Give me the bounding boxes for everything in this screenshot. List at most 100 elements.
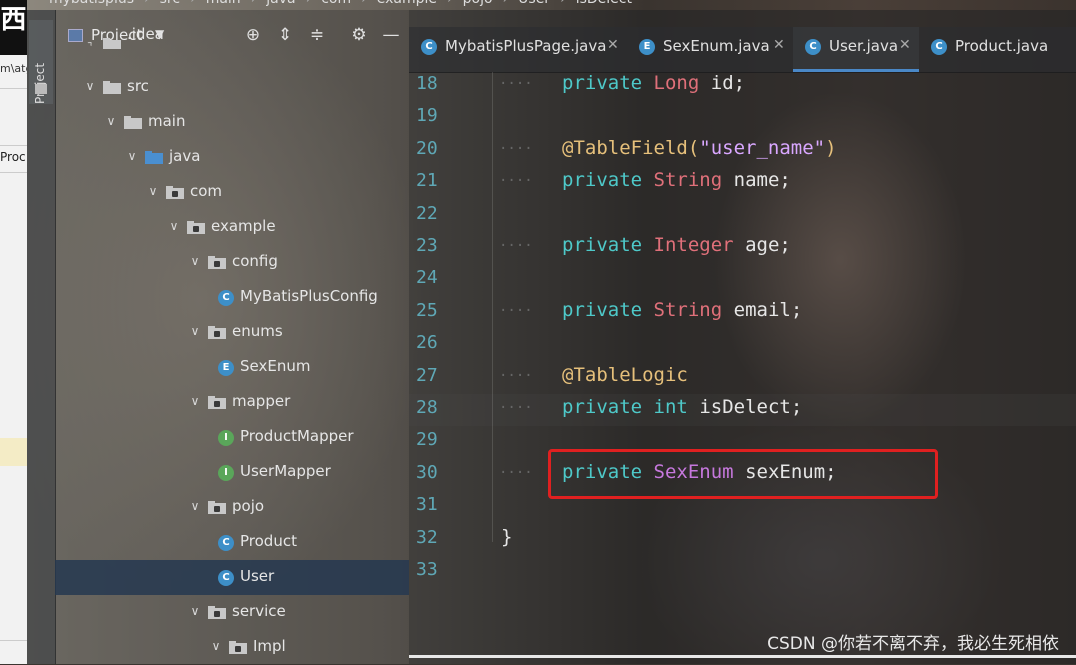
tree-item-label: UserMapper <box>240 462 331 480</box>
tree-item-java[interactable]: ∨ java <box>55 140 409 175</box>
tab-text[interactable]: Proc <box>0 150 27 164</box>
line-number: 20 <box>416 137 438 159</box>
code-token: @TableLogic <box>562 363 688 386</box>
chevron-down-icon[interactable]: ∨ <box>209 638 223 654</box>
code-token: id; <box>710 72 746 94</box>
line-number: 19 <box>416 105 438 127</box>
code-area[interactable]: 18 ···· private Long id; 19 20 ···· @TableFiel… <box>409 72 1076 664</box>
tree-item-usermapper[interactable]: I UserMapper <box>55 455 409 490</box>
chevron-down-icon[interactable]: ∨ <box>104 113 118 129</box>
code-line[interactable]: ···· private String name; <box>499 169 791 192</box>
chevron-down-icon[interactable]: ∨ <box>188 323 202 339</box>
chevron-down-icon[interactable]: ∨ <box>188 603 202 619</box>
tree-item-example[interactable]: ∨ example <box>55 210 409 245</box>
chevron-right-icon[interactable]: › <box>79 32 100 49</box>
tab-product-java[interactable]: C Product.java <box>919 27 1076 72</box>
tab-sexenum-java[interactable]: E SexEnum.java ✕ <box>627 27 793 72</box>
tree-item-com[interactable]: ∨ com <box>55 175 409 210</box>
highlight-row <box>0 438 27 466</box>
tree-item-pojo[interactable]: ∨ pojo <box>55 490 409 525</box>
tree-item-user[interactable]: C User <box>55 560 409 595</box>
chevron-down-icon[interactable]: ∨ <box>188 393 202 409</box>
code-token: Long <box>653 72 700 94</box>
tree-item-mapper[interactable]: ∨ mapper <box>55 385 409 420</box>
breadcrumb-item[interactable]: isDelect <box>576 0 632 7</box>
chevron-down-icon[interactable]: ∨ <box>146 183 160 199</box>
tab-label: SexEnum.java <box>663 37 770 55</box>
code-line[interactable]: ···· private Long id; <box>499 72 745 94</box>
package-icon <box>166 186 184 199</box>
breadcrumb-item[interactable]: com <box>321 0 351 7</box>
tree-item-label: MyBatisPlusConfig <box>240 287 378 305</box>
tree-item-label: java <box>169 147 201 165</box>
tree-item-config[interactable]: ∨ config <box>55 245 409 280</box>
code-editor: C MybatisPlusPage.java ✕ E SexEnum.java ✕ C Use… <box>409 10 1076 664</box>
close-icon[interactable]: ✕ <box>773 37 785 53</box>
code-line[interactable]: } <box>501 526 512 548</box>
class-badge-icon: C <box>805 39 821 55</box>
tree-item-service[interactable]: ∨ service <box>55 595 409 630</box>
chevron-down-icon[interactable]: ∨ <box>167 218 181 234</box>
breadcrumb-item[interactable]: java <box>266 0 295 7</box>
chevron-down-icon[interactable]: ∨ <box>125 148 139 164</box>
code-token: private <box>562 460 643 483</box>
package-icon <box>208 606 226 619</box>
chevron-down-icon[interactable]: ∨ <box>188 498 202 514</box>
code-token: String <box>653 169 723 192</box>
tab-label: User.java <box>829 37 899 55</box>
chevron-right-icon: › <box>251 0 257 7</box>
breadcrumb-item[interactable]: User <box>518 0 550 7</box>
line-number: 26 <box>416 332 438 354</box>
tab-mybatispluspage-java[interactable]: C MybatisPlusPage.java ✕ <box>409 27 627 72</box>
tree-item-impl[interactable]: ∨ Impl <box>55 630 409 665</box>
code-line[interactable]: ···· private int isDelect; <box>499 396 802 418</box>
code-token: String <box>653 298 723 321</box>
code-line[interactable]: ···· private String email; <box>499 298 802 321</box>
tree-item-enums[interactable]: ∨ enums <box>55 315 409 350</box>
code-token: private <box>562 234 643 256</box>
tree-item-product[interactable]: C Product <box>55 525 409 560</box>
whitespace-dots: ···· <box>499 367 533 384</box>
enum-badge-icon: E <box>639 39 655 55</box>
whitespace-dots: ···· <box>499 400 533 416</box>
tree-item-src[interactable]: ∨ src <box>55 70 409 105</box>
tree-item--idea[interactable]: › .idea <box>55 27 409 49</box>
tree-item-main[interactable]: ∨ main <box>55 105 409 140</box>
package-icon <box>229 641 247 654</box>
line-number: 28 <box>416 397 438 418</box>
tree-item-productmapper[interactable]: I ProductMapper <box>55 420 409 455</box>
breadcrumb-item[interactable]: main <box>206 0 241 7</box>
class-badge-icon: C <box>218 570 234 586</box>
window-glyph: 西 <box>0 0 27 55</box>
tab-user-java[interactable]: C User.java ✕ <box>793 27 919 72</box>
breadcrumb-item[interactable]: mybatisplus <box>49 0 134 7</box>
code-line[interactable]: ···· @TableField("user_name") <box>499 137 837 159</box>
close-icon[interactable]: ✕ <box>899 37 911 53</box>
breadcrumb-item[interactable]: example <box>377 0 437 7</box>
code-token: int <box>653 396 688 418</box>
line-number: 21 <box>416 170 438 192</box>
code-token: private <box>562 396 643 418</box>
class-badge-icon: C <box>931 39 947 55</box>
breadcrumb-item[interactable]: src <box>160 0 180 7</box>
tree-item-label: SexEnum <box>240 357 311 375</box>
code-line[interactable]: ···· private Integer age; <box>499 234 791 256</box>
chevron-right-icon: › <box>190 0 196 7</box>
chevron-down-icon[interactable]: ∨ <box>188 253 202 269</box>
code-token: email; <box>733 298 803 321</box>
breadcrumb-item[interactable]: pojo <box>463 0 493 7</box>
chevron-down-icon[interactable]: ∨ <box>83 78 97 94</box>
chevron-right-icon: › <box>144 0 150 7</box>
tree-item-label: mapper <box>232 392 291 410</box>
code-line[interactable]: ···· private SexEnum sexEnum; <box>499 460 837 483</box>
divider <box>0 640 27 641</box>
close-icon[interactable]: ✕ <box>607 37 619 53</box>
code-line[interactable]: ···· @TableLogic <box>499 364 688 386</box>
tab-label: MybatisPlusPage.java <box>445 37 607 55</box>
tree-item-mybatisplusconfig[interactable]: C MyBatisPlusConfig <box>55 280 409 315</box>
tree-item-sexenum[interactable]: E SexEnum <box>55 350 409 385</box>
line-number: 23 <box>416 235 438 256</box>
line-number: 25 <box>416 299 438 321</box>
